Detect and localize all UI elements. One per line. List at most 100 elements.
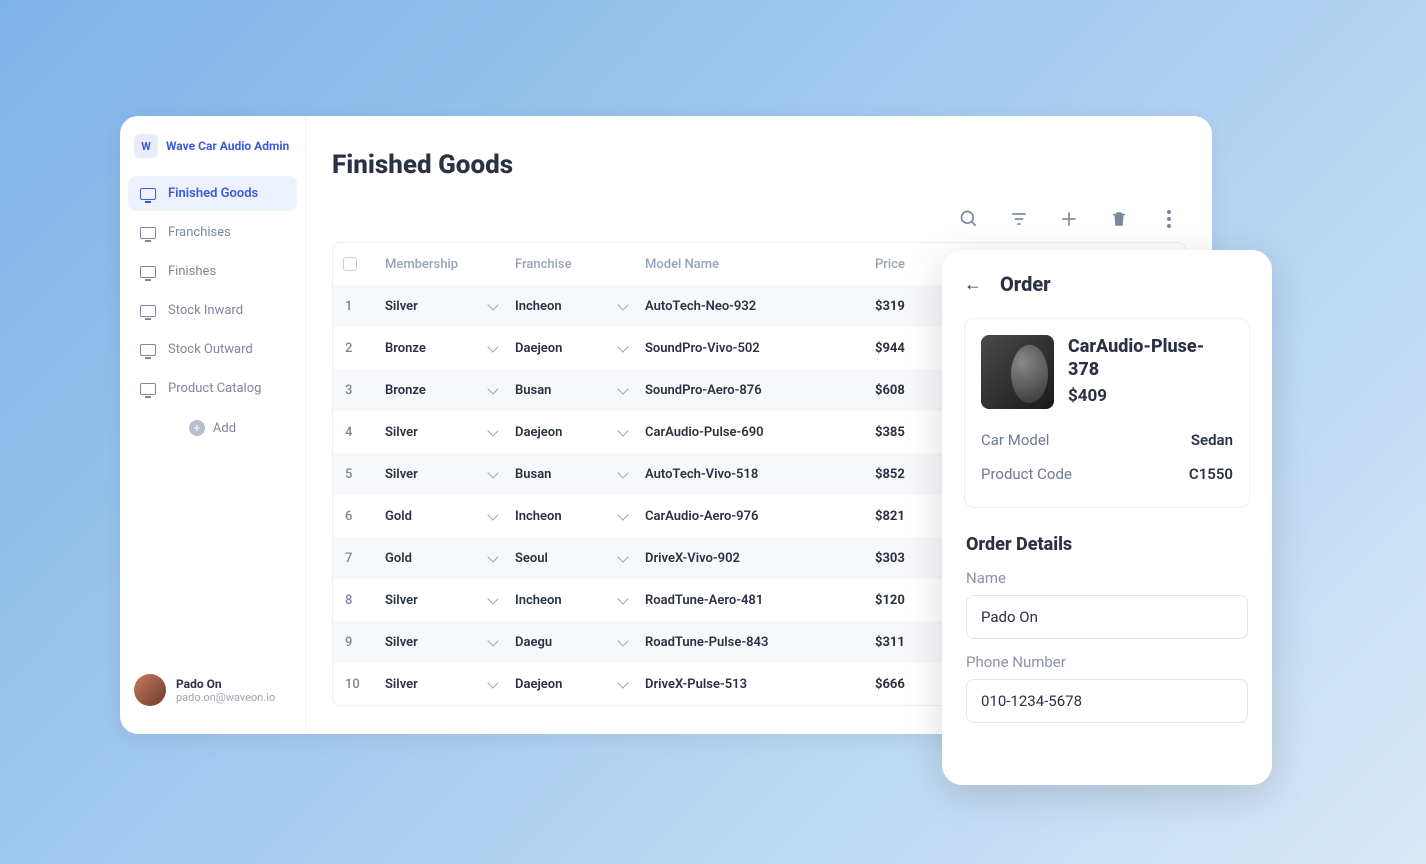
filter-button[interactable] xyxy=(1008,208,1030,230)
monitor-icon xyxy=(140,383,156,395)
product-image xyxy=(981,335,1054,409)
plus-icon: + xyxy=(189,420,205,436)
sidebar-item-label: Stock Inward xyxy=(168,303,243,318)
order-title: Order xyxy=(1000,272,1051,296)
user-email: pado.on@waveon.io xyxy=(176,691,275,704)
membership-cell[interactable]: Gold xyxy=(385,551,515,566)
add-button[interactable] xyxy=(1058,208,1080,230)
chevron-down-icon xyxy=(617,425,628,436)
name-label: Name xyxy=(966,569,1248,587)
brand-name: Wave Car Audio Admin xyxy=(166,139,289,153)
row-index: 6 xyxy=(343,509,385,524)
chevron-down-icon xyxy=(617,509,628,520)
product-name: CarAudio-Pluse-378 xyxy=(1068,335,1233,382)
search-icon xyxy=(959,209,979,229)
membership-cell[interactable]: Silver xyxy=(385,635,515,650)
chevron-down-icon xyxy=(617,299,628,310)
col-membership[interactable]: Membership xyxy=(385,257,515,272)
franchise-cell[interactable]: Incheon xyxy=(515,509,645,524)
order-header: ← Order xyxy=(964,272,1250,296)
membership-cell[interactable]: Bronze xyxy=(385,341,515,356)
chevron-down-icon xyxy=(617,677,628,688)
col-model[interactable]: Model Name xyxy=(645,257,875,272)
phone-input[interactable] xyxy=(966,679,1248,723)
back-button[interactable]: ← xyxy=(964,274,982,295)
more-button[interactable] xyxy=(1158,208,1180,230)
add-label: Add xyxy=(213,421,236,436)
row-index: 2 xyxy=(343,341,385,356)
brand: W Wave Car Audio Admin xyxy=(120,126,305,176)
select-all-checkbox[interactable] xyxy=(343,257,357,271)
chevron-down-icon xyxy=(617,635,628,646)
sidebar-item-franchises[interactable]: Franchises xyxy=(128,215,297,250)
chevron-down-icon xyxy=(487,593,498,604)
toolbar xyxy=(332,208,1186,230)
car-model-label: Car Model xyxy=(981,431,1049,449)
sidebar-item-product-catalog[interactable]: Product Catalog xyxy=(128,371,297,406)
sidebar-nav: Finished Goods Franchises Finishes Stock In… xyxy=(120,176,305,406)
trash-icon xyxy=(1110,209,1128,229)
chevron-down-icon xyxy=(617,467,628,478)
franchise-cell[interactable]: Daejeon xyxy=(515,425,645,440)
franchise-cell[interactable]: Daejeon xyxy=(515,341,645,356)
franchise-cell[interactable]: Busan xyxy=(515,383,645,398)
chevron-down-icon xyxy=(487,509,498,520)
product-card: CarAudio-Pluse-378 $409 Car Model Sedan … xyxy=(964,318,1250,508)
chevron-down-icon xyxy=(617,551,628,562)
page-title: Finished Goods xyxy=(332,150,1186,180)
search-button[interactable] xyxy=(958,208,980,230)
sidebar-item-label: Stock Outward xyxy=(168,342,253,357)
sidebar-item-finished-goods[interactable]: Finished Goods xyxy=(128,176,297,211)
name-input[interactable] xyxy=(966,595,1248,639)
membership-cell[interactable]: Silver xyxy=(385,299,515,314)
sidebar-item-label: Franchises xyxy=(168,225,231,240)
model-cell: SoundPro-Vivo-502 xyxy=(645,341,875,356)
add-item-button[interactable]: + Add xyxy=(120,406,305,450)
product-code-row: Product Code C1550 xyxy=(981,457,1233,491)
row-index: 5 xyxy=(343,467,385,482)
chevron-down-icon xyxy=(487,467,498,478)
delete-button[interactable] xyxy=(1108,208,1130,230)
user-name: Pado On xyxy=(176,677,275,691)
membership-cell[interactable]: Bronze xyxy=(385,383,515,398)
chevron-down-icon xyxy=(617,341,628,352)
monitor-icon xyxy=(140,344,156,356)
model-cell: AutoTech-Neo-932 xyxy=(645,299,875,314)
col-franchise[interactable]: Franchise xyxy=(515,257,645,272)
brand-badge: W xyxy=(134,134,158,158)
car-model-row: Car Model Sedan xyxy=(981,423,1233,457)
row-index: 4 xyxy=(343,425,385,440)
order-panel: ← Order CarAudio-Pluse-378 $409 Car Mode… xyxy=(942,250,1272,785)
sidebar-item-finishes[interactable]: Finishes xyxy=(128,254,297,289)
membership-cell[interactable]: Silver xyxy=(385,593,515,608)
chevron-down-icon xyxy=(487,635,498,646)
monitor-icon xyxy=(140,305,156,317)
row-index: 8 xyxy=(343,593,385,608)
franchise-cell[interactable]: Busan xyxy=(515,467,645,482)
membership-cell[interactable]: Gold xyxy=(385,509,515,524)
franchise-cell[interactable]: Seoul xyxy=(515,551,645,566)
membership-cell[interactable]: Silver xyxy=(385,467,515,482)
car-model-value: Sedan xyxy=(1191,431,1233,449)
franchise-cell[interactable]: Incheon xyxy=(515,299,645,314)
order-details-title: Order Details xyxy=(966,534,1248,555)
membership-cell[interactable]: Silver xyxy=(385,677,515,692)
franchise-cell[interactable]: Daegu xyxy=(515,635,645,650)
avatar xyxy=(134,674,166,706)
chevron-down-icon xyxy=(487,551,498,562)
chevron-down-icon xyxy=(487,341,498,352)
model-cell: CarAudio-Aero-976 xyxy=(645,509,875,524)
sidebar-item-label: Product Catalog xyxy=(168,381,261,396)
model-cell: DriveX-Pulse-513 xyxy=(645,677,875,692)
franchise-cell[interactable]: Daejeon xyxy=(515,677,645,692)
membership-cell[interactable]: Silver xyxy=(385,425,515,440)
sidebar-item-stock-outward[interactable]: Stock Outward xyxy=(128,332,297,367)
plus-icon xyxy=(1059,209,1079,229)
chevron-down-icon xyxy=(487,425,498,436)
franchise-cell[interactable]: Incheon xyxy=(515,593,645,608)
sidebar-item-stock-inward[interactable]: Stock Inward xyxy=(128,293,297,328)
monitor-icon xyxy=(140,227,156,239)
user-block[interactable]: Pado On pado.on@waveon.io xyxy=(120,660,305,724)
row-index: 9 xyxy=(343,635,385,650)
phone-label: Phone Number xyxy=(966,653,1248,671)
